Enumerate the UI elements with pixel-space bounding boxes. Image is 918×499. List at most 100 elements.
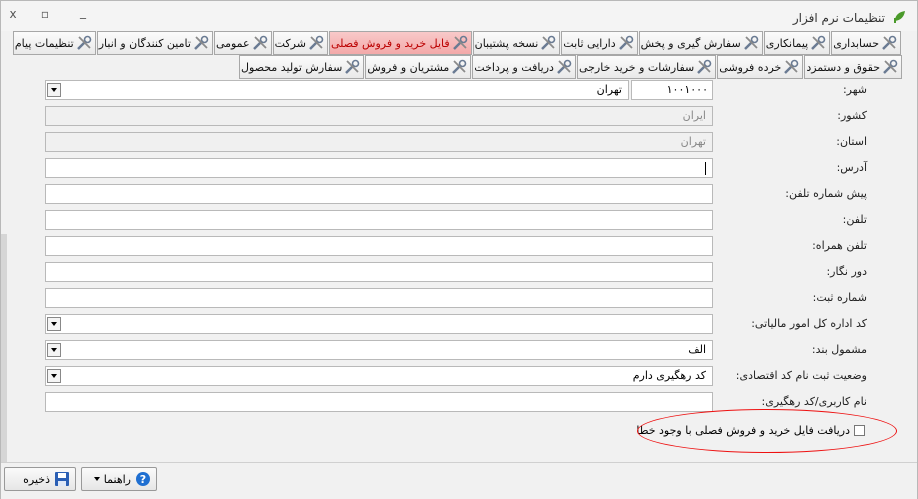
tools-icon: [883, 59, 898, 74]
tab-2-3[interactable]: دریافت و پرداخت: [472, 55, 576, 79]
tab-label: حسابداری: [833, 36, 879, 50]
help-icon: ?: [136, 472, 150, 486]
tab-label: عمومی: [215, 36, 250, 50]
tab-label: پیمانکاری: [765, 36, 809, 50]
form-panel: شهر: ۱۰۰۱۰۰۰ تهران کشور: ایران استان: ته…: [7, 80, 912, 462]
svg-text:?: ?: [140, 473, 146, 486]
tab-2-0[interactable]: حقوق و دستمزد: [804, 55, 902, 79]
city-code-field[interactable]: ۱۰۰۱۰۰۰: [631, 80, 713, 100]
tab-2-2[interactable]: سفارشات و خرید خارجی: [576, 55, 717, 79]
tab-1-6[interactable]: شرکت: [272, 31, 328, 55]
window-title: تنظیمات نرم افزار: [792, 11, 885, 25]
restore-icon[interactable]: ▫: [37, 6, 53, 22]
tab-1-7[interactable]: عمومی: [213, 31, 272, 55]
country-label: کشور:: [837, 109, 867, 122]
tab-label: دریافت و پرداخت: [474, 60, 554, 74]
tab-content: شهر: ۱۰۰۱۰۰۰ تهران کشور: ایران استان: ته…: [1, 80, 917, 462]
help-button[interactable]: ? راهنما: [81, 467, 157, 491]
highlight-ellipse: [637, 409, 897, 453]
tab-1-1[interactable]: پیمانکاری: [763, 31, 831, 55]
tools-icon: [252, 35, 267, 50]
tab-label: سفارشات و خرید خارجی: [578, 60, 695, 74]
address-field[interactable]: [45, 158, 713, 178]
app-leaf-icon: [894, 11, 905, 23]
tab-label: شرکت: [274, 36, 306, 50]
mobile-label: تلفن همراه:: [812, 239, 867, 252]
tools-icon: [452, 35, 467, 50]
username-field[interactable]: [45, 392, 713, 412]
tab-1-0[interactable]: حسابداری: [831, 31, 901, 55]
tab-label: حقوق و دستمزد: [806, 60, 880, 74]
tools-icon: [618, 35, 633, 50]
tools-icon: [541, 35, 556, 50]
phone-field[interactable]: [45, 210, 713, 230]
tools-icon: [194, 35, 209, 50]
tools-icon: [345, 59, 360, 74]
phone-prefix-label: پیش شماره تلفن:: [785, 187, 867, 200]
tax-office-select[interactable]: [45, 314, 713, 334]
city-label: شهر:: [842, 83, 867, 96]
tab-label: دارایی ثابت: [563, 36, 616, 50]
tab-label: سفارش تولید محصول: [241, 60, 343, 74]
econ-status-label: وضعیت ثبت نام کد اقتصادی:: [735, 369, 867, 382]
minimize-icon[interactable]: _: [75, 4, 91, 20]
save-button[interactable]: ذخیره: [4, 467, 76, 491]
tools-icon: [557, 59, 572, 74]
tools-icon: [309, 35, 324, 50]
floppy-icon: [55, 472, 69, 486]
chevron-down-icon[interactable]: [47, 343, 61, 357]
tab-2-4[interactable]: مشتریان و فروش: [365, 55, 472, 79]
tab-1-9[interactable]: تنظیمات پیام: [12, 31, 96, 55]
fax-field[interactable]: [45, 262, 713, 282]
text-cursor: [705, 161, 706, 175]
tab-label: خرده فروشی: [719, 60, 782, 74]
mobile-field[interactable]: [45, 236, 713, 256]
econ-status-select[interactable]: کد رهگیری دارم: [45, 366, 713, 386]
fax-label: دور نگار:: [826, 265, 867, 278]
tab-label: فایل خرید و فروش فصلی: [330, 36, 450, 50]
subject-label: مشمول بند:: [811, 343, 867, 356]
tab-label: نسخه پشتیبان: [474, 36, 539, 50]
reg-no-field[interactable]: [45, 288, 713, 308]
tools-icon: [452, 59, 467, 74]
city-value: تهران: [596, 83, 622, 96]
address-label: آدرس:: [836, 161, 867, 174]
phone-prefix-field[interactable]: [45, 184, 713, 204]
chevron-down-icon[interactable]: [47, 369, 61, 383]
tab-1-2[interactable]: سفارش گیری و پخش: [638, 31, 763, 55]
tools-icon: [697, 59, 712, 74]
tools-icon: [743, 35, 759, 50]
tools-icon: [784, 59, 799, 74]
username-label: نام کاربری/کد رهگیری:: [761, 395, 867, 408]
city-select[interactable]: تهران: [45, 80, 629, 100]
tax-office-label: کد اداره کل امور مالیاتی:: [751, 317, 867, 330]
tab-1-8[interactable]: تامین کنندگان و انبار: [96, 31, 213, 55]
close-icon[interactable]: x: [5, 6, 21, 22]
bottom-bar: ذخیره ? راهنما: [1, 462, 917, 499]
tools-icon: [882, 35, 897, 50]
reg-no-label: شماره ثبت:: [812, 291, 867, 304]
tab-label: تامین کنندگان و انبار: [98, 36, 191, 50]
chevron-down-icon[interactable]: [47, 83, 61, 97]
tools-icon: [811, 35, 826, 50]
tab-1-3[interactable]: دارایی ثابت: [561, 31, 638, 55]
tab-label: مشتریان و فروش: [367, 60, 450, 74]
chevron-down-icon[interactable]: [93, 477, 100, 481]
tab-label: تنظیمات پیام: [14, 36, 74, 50]
chevron-down-icon[interactable]: [47, 317, 61, 331]
tab-2-5[interactable]: سفارش تولید محصول: [239, 55, 365, 79]
settings-window: تنظیمات نرم افزار x ▫ _ حسابداری پیمانکار…: [0, 0, 918, 499]
tab-row-1: حسابداری پیمانکاری سفارش گیری و پخش دارایی …: [12, 31, 901, 55]
province-label: استان:: [836, 135, 867, 148]
province-field: تهران: [45, 132, 713, 152]
tab-label: سفارش گیری و پخش: [640, 36, 741, 50]
tab-1-5[interactable]: فایل خرید و فروش فصلی: [328, 31, 472, 55]
tab-row-2: حقوق و دستمزد خرده فروشی سفارشات و خرید خا…: [238, 55, 902, 79]
title-bar: تنظیمات نرم افزار x ▫ _: [1, 1, 917, 31]
phone-label: تلفن:: [842, 213, 867, 226]
tab-2-1[interactable]: خرده فروشی: [717, 55, 804, 79]
tools-icon: [76, 35, 92, 50]
tab-1-4[interactable]: نسخه پشتیبان: [472, 31, 561, 55]
subject-select[interactable]: الف: [45, 340, 713, 360]
country-field: ایران: [45, 106, 713, 126]
